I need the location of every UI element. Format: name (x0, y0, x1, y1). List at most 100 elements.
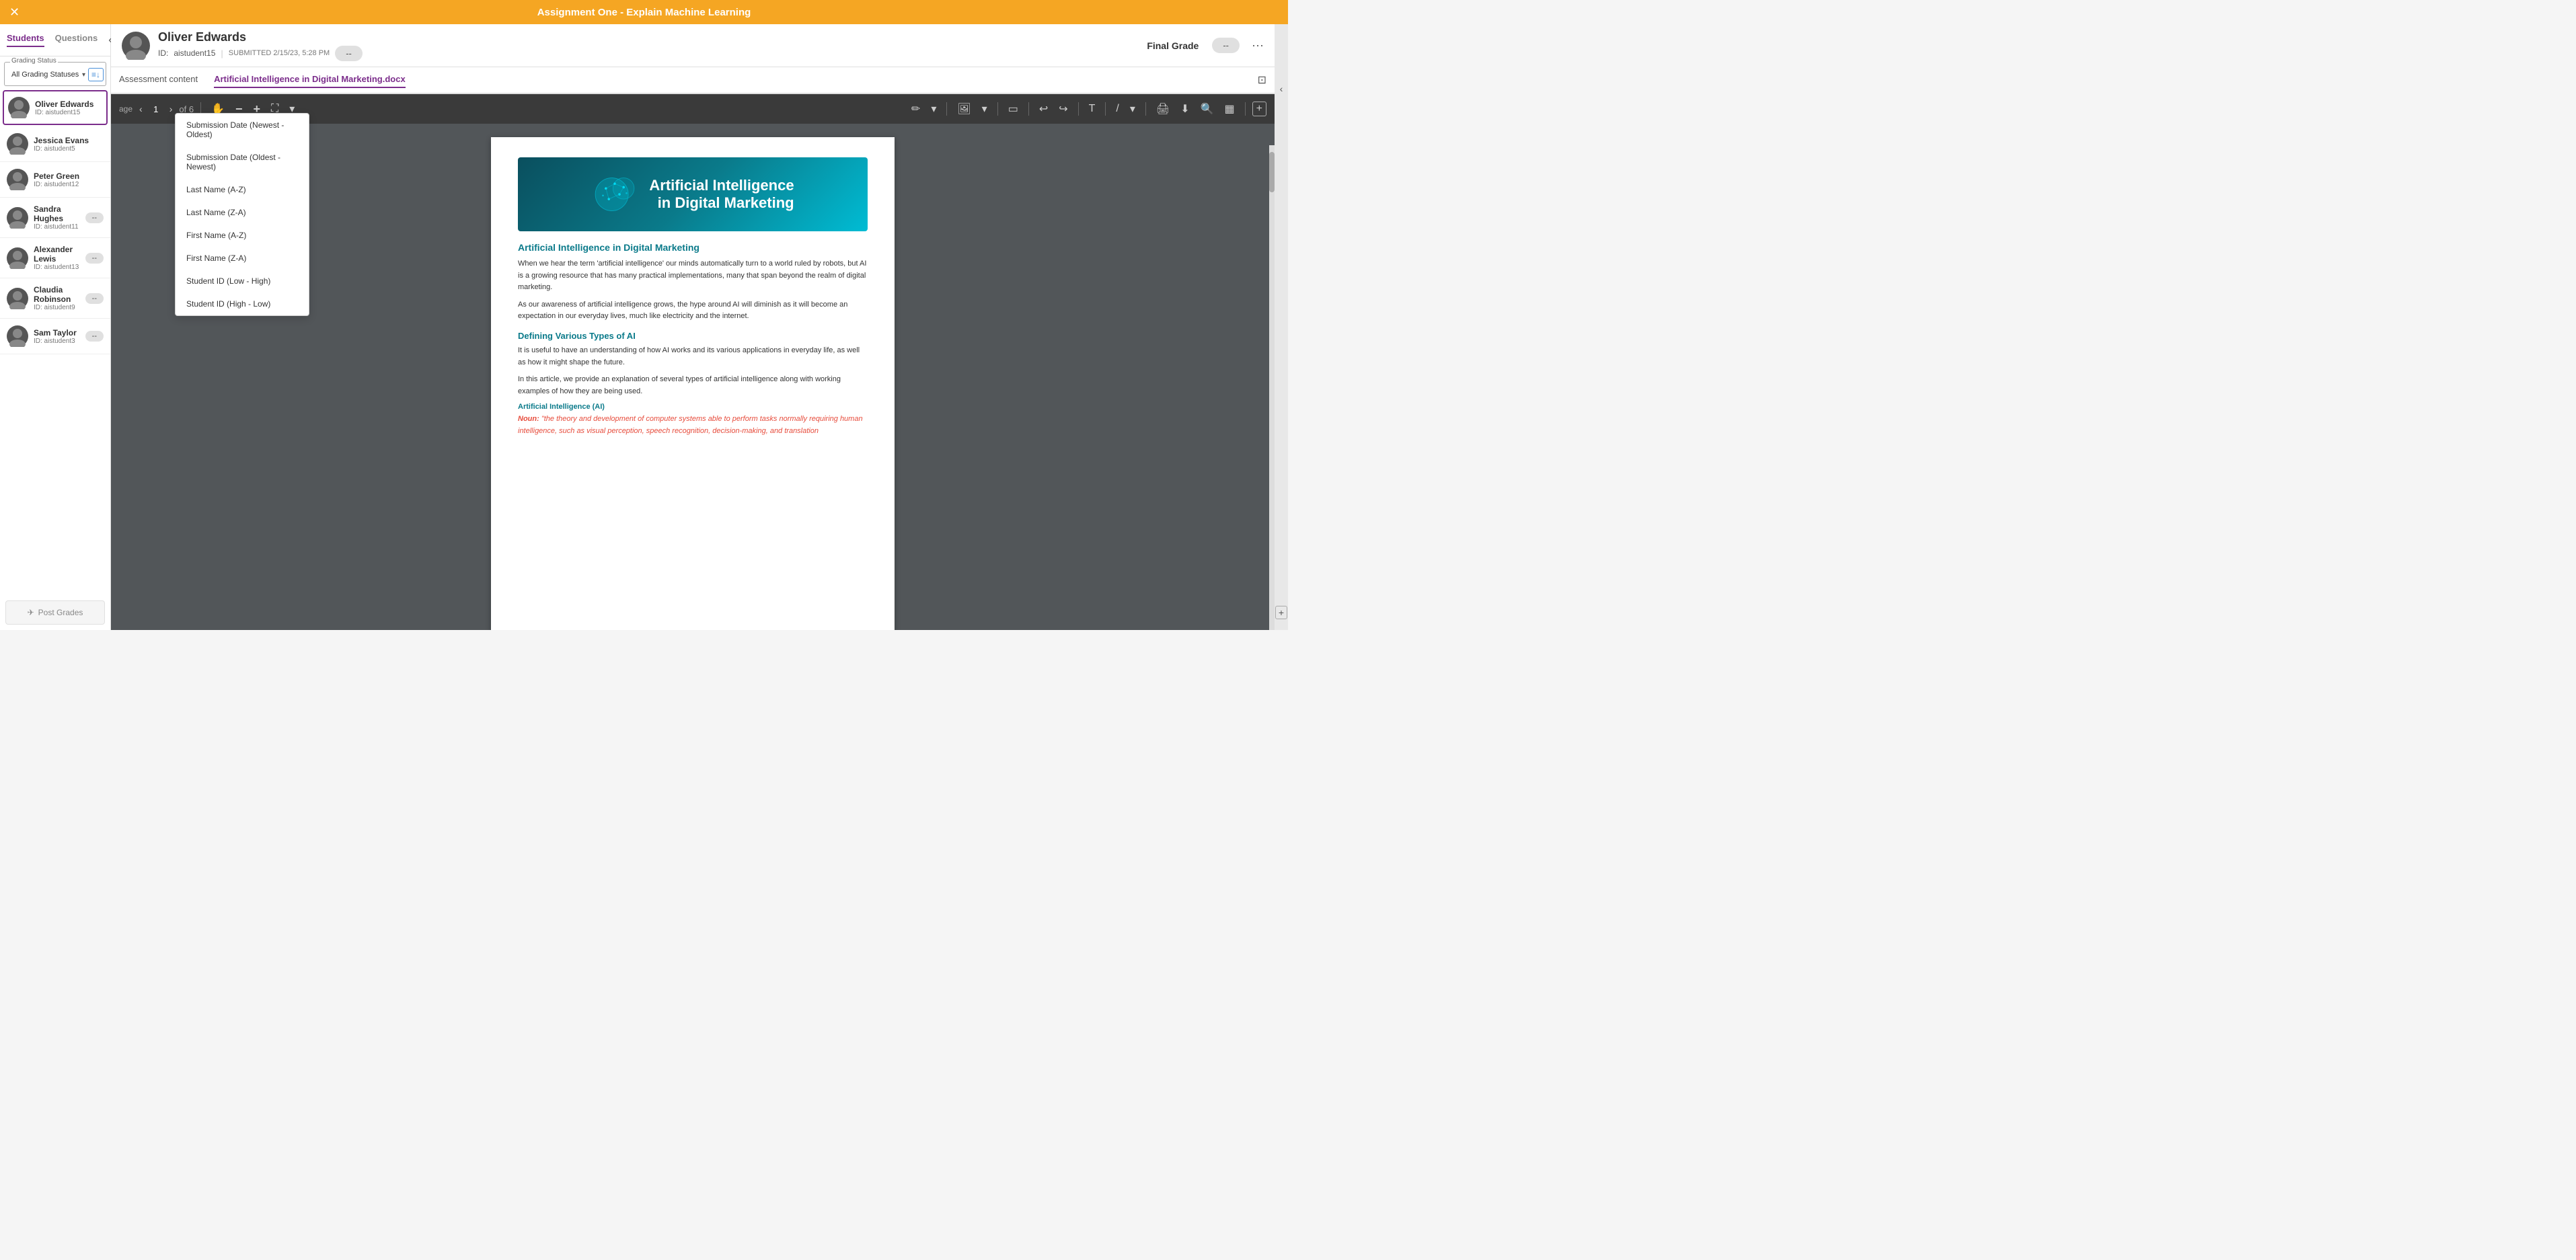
sort-option-studentid-low[interactable]: Student ID (Low - High) (176, 270, 309, 292)
image-button[interactable]: 🖼 (954, 101, 974, 117)
outer-collapse-button[interactable]: ‹ (1280, 83, 1283, 94)
print-button[interactable]: 🖨 (1153, 101, 1173, 117)
sort-option-lastname-za[interactable]: Last Name (Z-A) (176, 201, 309, 224)
toolbar-sep-3 (997, 102, 998, 116)
add-button[interactable]: + (1252, 102, 1266, 116)
sort-option-oldest[interactable]: Submission Date (Oldest - Newest) (176, 146, 309, 178)
pdf-banner: Artificial Intelligence in Digital Marke… (518, 157, 868, 231)
close-icon[interactable]: ✕ (9, 6, 20, 18)
sort-icon-btn[interactable]: ≡↓ (88, 68, 104, 81)
final-grade-value-button[interactable]: -- (1212, 38, 1240, 53)
final-grade-label: Final Grade (1147, 40, 1199, 51)
pdf-p2: As our awareness of artificial intellige… (518, 299, 868, 323)
student-item-peter[interactable]: Peter Green ID: aistudent12 (0, 162, 110, 198)
outer-add-button[interactable]: + (1275, 606, 1287, 619)
grading-status-row: All Grading Statuses ▾ ≡↓ (11, 68, 99, 81)
student-id-peter: ID: aistudent12 (34, 181, 104, 188)
text-box-button[interactable]: T (1086, 102, 1099, 116)
sort-option-studentid-high[interactable]: Student ID (High - Low) (176, 292, 309, 315)
student-name-sam: Sam Taylor (34, 328, 80, 338)
student-item-alexander[interactable]: Alexander Lewis ID: aistudent13 -- (0, 238, 110, 278)
avatar-claudia (7, 288, 28, 309)
undo-button[interactable]: ↩ (1036, 101, 1051, 117)
student-id-sandra: ID: aistudent11 (34, 223, 80, 231)
more-options-button[interactable]: ··· (1252, 38, 1264, 52)
student-id-sam: ID: aistudent3 (34, 338, 80, 345)
pdf-toolbar-right: ✏ ▾ 🖼 ▾ ▭ ↩ ↪ T / ▾ 🖨 ⬇ 🔍 ▦ (908, 101, 1266, 117)
student-info-alexander: Alexander Lewis ID: aistudent13 (34, 245, 80, 271)
student-item-claudia[interactable]: Claudia Robinson ID: aistudent9 -- (0, 278, 110, 319)
grading-status-section: Grading Status All Grading Statuses ▾ ≡↓ (4, 62, 106, 86)
redo-button[interactable]: ↪ (1055, 101, 1071, 117)
post-grades-button[interactable]: ✈ Post Grades (5, 600, 105, 625)
pdf-h1: Artificial Intelligence in Digital Marke… (518, 242, 868, 253)
tab-panel-icon[interactable]: ⊡ (1258, 73, 1266, 87)
content-tabs: Assessment content Artificial Intelligen… (111, 67, 1275, 94)
tab-students[interactable]: Students (7, 33, 44, 47)
sidebar-tabs: Students Questions ‹ (0, 24, 110, 56)
image-dropdown-button[interactable]: ▾ (979, 101, 991, 117)
grading-status-select[interactable]: All Grading Statuses (11, 71, 79, 79)
pdf-noun: Noun: "the theory and development of com… (518, 414, 868, 437)
avatar-oliver (8, 97, 30, 118)
next-page-button[interactable]: › (167, 102, 176, 116)
grade-badge-alexander: -- (85, 253, 104, 264)
grading-status-label: Grading Status (10, 57, 58, 65)
avatar-peter (7, 169, 28, 190)
student-item-oliver[interactable]: Oliver Edwards ID: aistudent15 (3, 90, 108, 125)
post-grades-icon: ✈ (28, 608, 34, 617)
annotate-dropdown-button[interactable]: ▾ (927, 101, 940, 117)
student-name-oliver: Oliver Edwards (35, 100, 102, 109)
student-info-claudia: Claudia Robinson ID: aistudent9 (34, 285, 80, 311)
pdf-p1: When we hear the term 'artificial intell… (518, 258, 868, 294)
avatar-sandra (7, 207, 28, 229)
student-item-sam[interactable]: Sam Taylor ID: aistudent3 -- (0, 319, 110, 354)
sort-option-firstname-za[interactable]: First Name (Z-A) (176, 247, 309, 270)
toolbar-sep-7 (1145, 102, 1146, 116)
tab-questions[interactable]: Questions (55, 33, 98, 47)
pdf-banner-text: Artificial Intelligence in Digital Marke… (649, 177, 794, 212)
toolbar-sep-6 (1105, 102, 1106, 116)
content-header: Oliver Edwards ID: aistudent15 | SUBMITT… (111, 24, 1275, 67)
pdf-subheading: Artificial Intelligence (AI) (518, 403, 868, 411)
current-page: 1 (149, 104, 163, 114)
student-item-sandra[interactable]: Sandra Hughes ID: aistudent11 -- (0, 198, 110, 238)
student-id-jessica: ID: aistudent5 (34, 145, 104, 153)
outer-right-panel: ‹ + (1275, 24, 1288, 630)
header-student-info: Oliver Edwards ID: aistudent15 | SUBMITT… (158, 30, 1139, 61)
header-submitted: SUBMITTED 2/15/23, 5:28 PM (229, 49, 330, 57)
toolbar-sep-2 (946, 102, 947, 116)
sort-dropdown: Submission Date (Newest - Oldest) Submis… (175, 113, 309, 316)
scrollbar-thumb[interactable] (1269, 152, 1275, 192)
avatar-jessica (7, 133, 28, 155)
pen-dropdown-button[interactable]: ▾ (1127, 101, 1139, 117)
pdf-h2: Defining Various Types of AI (518, 331, 868, 341)
grid-view-button[interactable]: ▦ (1221, 101, 1238, 117)
toolbar-sep-8 (1245, 102, 1246, 116)
student-info-peter: Peter Green ID: aistudent12 (34, 171, 104, 188)
top-bar: ✕ Assignment One - Explain Machine Learn… (0, 0, 1288, 24)
student-name-jessica: Jessica Evans (34, 136, 104, 145)
prev-page-button[interactable]: ‹ (137, 102, 145, 116)
header-student-id: aistudent15 (174, 48, 215, 58)
toolbar-sep-4 (1028, 102, 1029, 116)
pen-button[interactable]: / (1112, 102, 1122, 116)
student-name-sandra: Sandra Hughes (34, 204, 80, 223)
frame-button[interactable]: ▭ (1005, 101, 1022, 117)
student-item-jessica[interactable]: Jessica Evans ID: aistudent5 (0, 126, 110, 162)
tab-assessment-content[interactable]: Assessment content (119, 74, 198, 88)
header-grade-button[interactable]: -- (335, 46, 363, 61)
search-button[interactable]: 🔍 (1197, 101, 1217, 117)
download-button[interactable]: ⬇ (1177, 101, 1192, 117)
student-info-sam: Sam Taylor ID: aistudent3 (34, 328, 80, 345)
sort-option-firstname-az[interactable]: First Name (A-Z) (176, 224, 309, 247)
annotate-button[interactable]: ✏ (908, 101, 923, 117)
tab-document[interactable]: Artificial Intelligence in Digital Marke… (214, 74, 406, 88)
student-name-alexander: Alexander Lewis (34, 245, 80, 264)
sort-option-lastname-az[interactable]: Last Name (A-Z) (176, 178, 309, 201)
pdf-page: Artificial Intelligence in Digital Marke… (491, 137, 895, 630)
sort-option-newest[interactable]: Submission Date (Newest - Oldest) (176, 114, 309, 146)
sidebar: Students Questions ‹ Grading Status All … (0, 24, 111, 630)
header-id-label: ID: (158, 48, 168, 58)
chevron-down-icon: ▾ (82, 71, 85, 79)
